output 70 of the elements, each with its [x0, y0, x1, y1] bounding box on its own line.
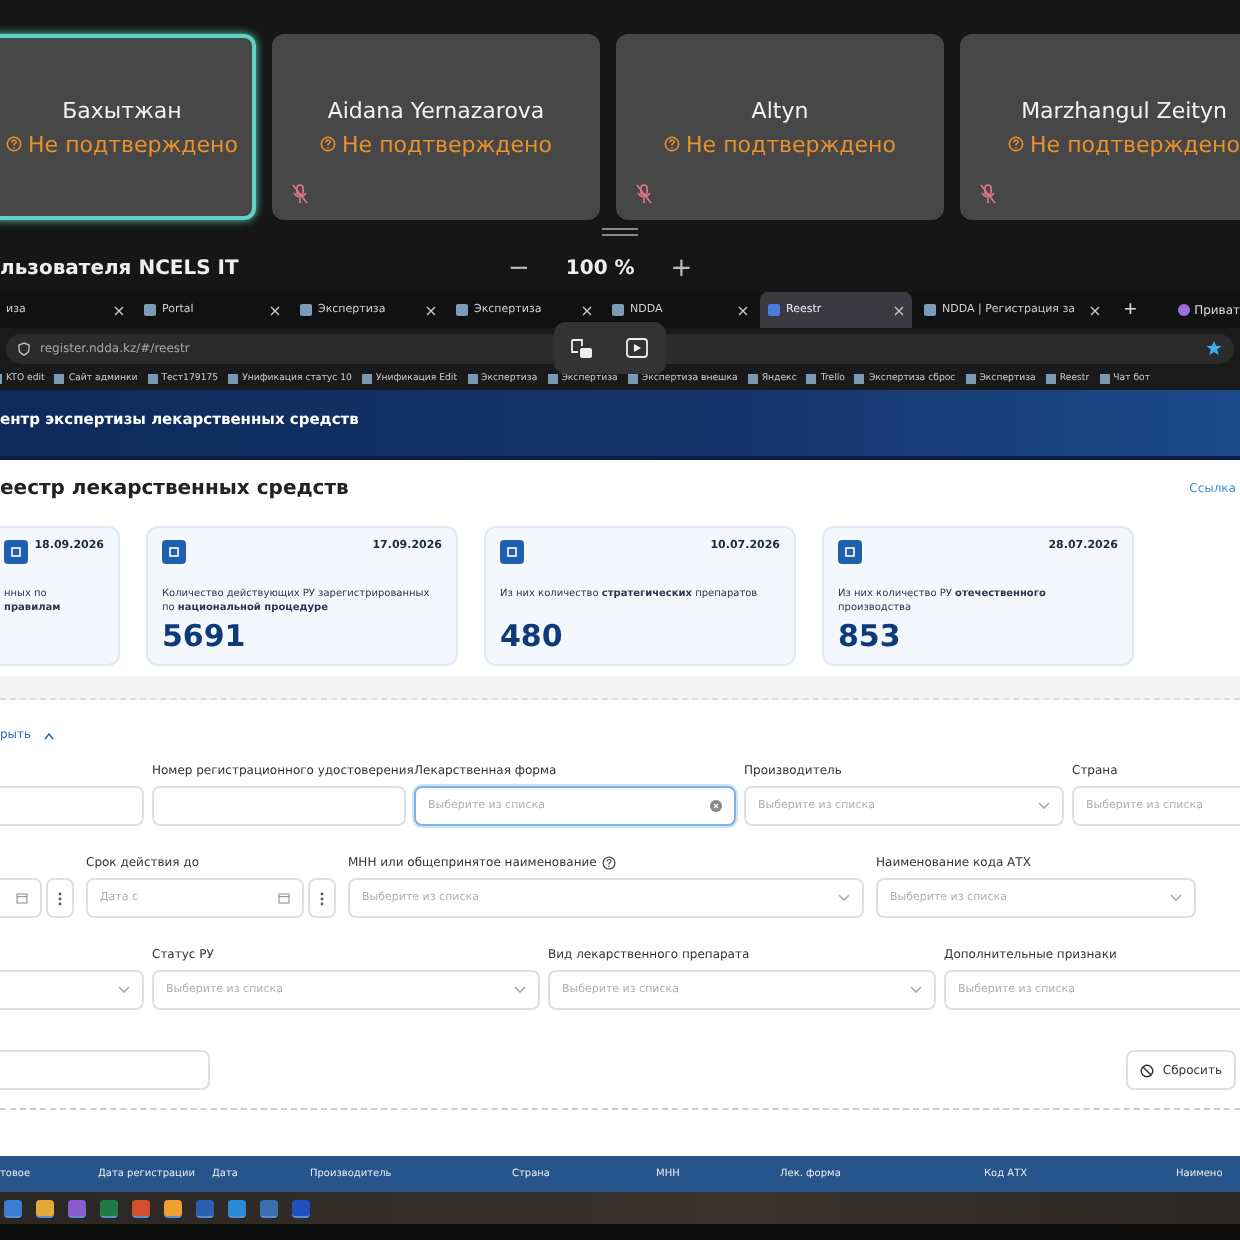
- stat-value: 853: [838, 622, 901, 652]
- participant-name: Бахытжан: [62, 97, 182, 123]
- favicon-icon: [144, 304, 156, 316]
- bookmark-icon: [467, 374, 477, 384]
- stat-icon: [838, 540, 862, 564]
- calendar-icon: [16, 892, 28, 904]
- stat-icon: [500, 540, 524, 564]
- bookmark-icon: [1045, 374, 1056, 384]
- participant-name: Marzhangul Zeityn: [1021, 97, 1227, 123]
- close-icon[interactable]: [894, 305, 904, 315]
- chevron-down-icon: [1038, 802, 1050, 810]
- reset-icon: [1140, 1063, 1155, 1077]
- bookmark-icon: [747, 374, 758, 384]
- clear-icon[interactable]: [710, 800, 722, 812]
- participant-name: Aidana Yernazarova: [327, 97, 545, 123]
- participant-status: Не подтверждено: [686, 131, 896, 157]
- close-icon[interactable]: [270, 305, 280, 315]
- help-icon: [320, 136, 337, 152]
- close-icon[interactable]: [114, 305, 124, 315]
- close-icon[interactable]: [1090, 305, 1100, 315]
- new-tab-button[interactable]: +: [1112, 292, 1149, 328]
- bookmark-icon: [547, 374, 558, 384]
- shield-icon: [18, 341, 30, 355]
- zoom-in-button[interactable]: +: [662, 253, 701, 283]
- stat-value: 480: [500, 622, 563, 652]
- calendar-icon: [278, 892, 290, 904]
- bookmark-icon: [854, 374, 865, 384]
- participant-status: Не подтверждено: [28, 131, 238, 157]
- bookmark-icon: [54, 374, 65, 384]
- search-field[interactable]: [0, 1050, 210, 1090]
- close-icon[interactable]: [738, 305, 748, 315]
- participant-name: Altyn: [751, 97, 809, 123]
- stat-value: 5691: [162, 622, 246, 652]
- participant-status: Не подтверждено: [1030, 131, 1240, 157]
- participant-status: Не подтверждено: [342, 131, 552, 157]
- bookmark-icon: [228, 374, 239, 384]
- drag-handle[interactable]: [602, 228, 638, 236]
- bookmark-icon: [147, 374, 158, 384]
- close-icon[interactable]: [426, 305, 436, 315]
- close-icon[interactable]: [582, 305, 592, 315]
- help-icon: [1008, 136, 1025, 152]
- star-icon[interactable]: [1206, 340, 1222, 356]
- bookmark-icon: [965, 374, 976, 384]
- chevron-down-icon: [118, 986, 130, 994]
- input-field[interactable]: [152, 786, 406, 826]
- help-icon: [6, 136, 23, 152]
- favicon-icon: [300, 304, 312, 316]
- input-field[interactable]: [0, 786, 144, 826]
- chevron-down-icon: [838, 894, 850, 902]
- favicon-icon: [456, 304, 468, 316]
- help-icon: [664, 136, 681, 152]
- bookmark-icon: [361, 374, 372, 384]
- page-title: еестр лекарственных средств: [0, 477, 349, 499]
- chevron-down-icon: [514, 986, 526, 994]
- bookmark-icon: [806, 374, 817, 384]
- presenter-label: льзователя NCELS IT: [0, 257, 239, 279]
- bookmark-icon: [1099, 374, 1110, 384]
- favicon-icon: [768, 304, 780, 316]
- stat-icon: [162, 540, 186, 564]
- favicon-icon: [612, 304, 624, 316]
- play-icon[interactable]: [626, 337, 650, 359]
- chevron-down-icon: [1170, 894, 1182, 902]
- chevron-down-icon: [910, 986, 922, 994]
- favicon-icon: [924, 304, 936, 316]
- zoom-value: 100 %: [565, 257, 635, 279]
- switch-screen-icon[interactable]: [570, 337, 594, 359]
- profile-icon: [1178, 304, 1191, 316]
- chevron-up-icon: [43, 731, 54, 739]
- zoom-out-button[interactable]: −: [500, 253, 538, 283]
- bookmark-icon: [627, 374, 638, 384]
